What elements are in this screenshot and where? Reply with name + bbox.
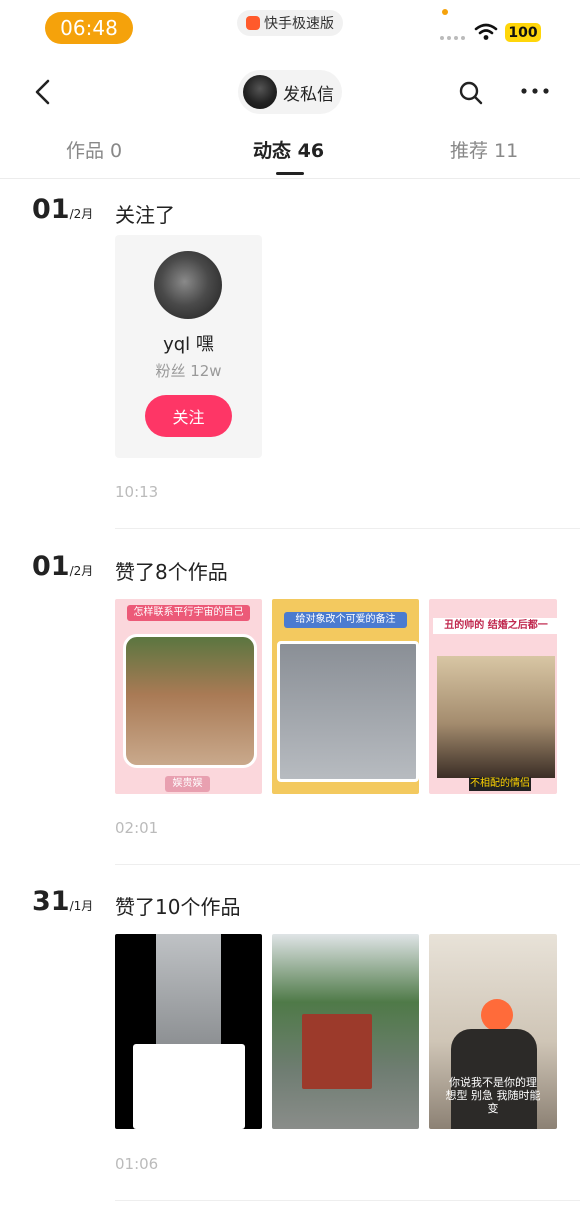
followed-user-fans: 粉丝 12w bbox=[155, 362, 222, 380]
thumbnail-caption: 怎样联系平行宇宙的自己 bbox=[127, 605, 250, 621]
wifi-icon bbox=[474, 23, 498, 40]
feed-title: 赞了10个作品 bbox=[115, 895, 241, 919]
section-divider bbox=[115, 1200, 580, 1201]
thumbnail-caption: 你说我不是你的理想型 别急 我随时能变 bbox=[445, 1076, 541, 1115]
feed-title: 赞了8个作品 bbox=[115, 560, 228, 584]
thumbnail-caption: 不相配的情侣 bbox=[469, 777, 531, 791]
back-icon[interactable] bbox=[32, 78, 54, 106]
feed-time: 10:13 bbox=[115, 483, 159, 501]
more-icon[interactable] bbox=[520, 86, 550, 96]
tab-activity[interactable]: 动态 46 bbox=[253, 136, 324, 163]
liked-video-thumbnail[interactable]: 丑的帅的 结婚之后都一 不相配的情侣 bbox=[429, 599, 557, 794]
kuaishou-logo-icon bbox=[246, 16, 260, 30]
tab-recommend[interactable]: 推荐 11 bbox=[450, 136, 518, 163]
feed-title: 关注了 bbox=[115, 203, 175, 227]
avatar bbox=[243, 75, 277, 109]
comment-screenshot bbox=[133, 1044, 245, 1129]
message-profile-button[interactable]: 发私信 bbox=[238, 70, 342, 114]
header-divider bbox=[0, 178, 580, 179]
app-name-pill: 快手极速版 bbox=[237, 10, 343, 36]
date-month: /2月 bbox=[69, 564, 94, 578]
thumbnail-image bbox=[277, 641, 419, 782]
thumbnail-image bbox=[437, 656, 555, 778]
followed-user-name[interactable]: yql 嘿 bbox=[115, 330, 262, 356]
follow-card[interactable]: yql 嘿 粉丝 12w 关注 bbox=[115, 235, 262, 458]
liked-video-thumbnail[interactable]: 你说我不是你的理想型 别急 我随时能变 bbox=[429, 934, 557, 1129]
avatar[interactable] bbox=[154, 251, 222, 319]
status-time: 06:48 bbox=[45, 12, 133, 44]
liked-video-thumbnail[interactable] bbox=[115, 934, 262, 1129]
search-icon[interactable] bbox=[458, 80, 484, 106]
date-month: /2月 bbox=[69, 207, 94, 221]
app-name: 快手极速版 bbox=[264, 16, 334, 32]
date-day: 31 bbox=[32, 886, 70, 917]
thumbnail-caption: 丑的帅的 结婚之后都一 bbox=[433, 618, 557, 634]
feed-date: 01/2月 bbox=[32, 551, 93, 582]
thumbnail-caption: 给对象改个可爱的备注 bbox=[284, 612, 407, 628]
active-tab-indicator bbox=[276, 172, 304, 175]
feed-time: 02:01 bbox=[115, 819, 159, 837]
emoji-sticker-icon bbox=[481, 999, 513, 1031]
liked-video-thumbnail[interactable]: 给对象改个可爱的备注 bbox=[272, 599, 419, 794]
date-day: 01 bbox=[32, 194, 70, 225]
date-day: 01 bbox=[32, 551, 70, 582]
section-divider bbox=[115, 528, 580, 529]
thumbnail-image bbox=[123, 634, 257, 768]
date-month: /1月 bbox=[69, 899, 94, 913]
follow-button[interactable]: 关注 bbox=[145, 395, 232, 437]
liked-video-thumbnail[interactable]: 怎样联系平行宇宙的自己 娱贵娱 bbox=[115, 599, 262, 794]
cellular-signal-icon bbox=[440, 36, 466, 40]
thumbnail-caption: 娱贵娱 bbox=[165, 776, 210, 792]
feed-date: 01/2月 bbox=[32, 194, 93, 225]
battery-level: 100 bbox=[505, 23, 541, 42]
thumbnail-image bbox=[302, 1014, 372, 1089]
section-divider bbox=[115, 864, 580, 865]
feed-date: 31/1月 bbox=[32, 886, 93, 917]
liked-video-thumbnail[interactable] bbox=[272, 934, 419, 1129]
message-label: 发私信 bbox=[283, 84, 334, 105]
feed-time: 01:06 bbox=[115, 1155, 159, 1173]
tab-works[interactable]: 作品 0 bbox=[66, 136, 122, 163]
thumbnail-image bbox=[156, 934, 221, 1049]
privacy-indicator-icon bbox=[442, 9, 448, 15]
